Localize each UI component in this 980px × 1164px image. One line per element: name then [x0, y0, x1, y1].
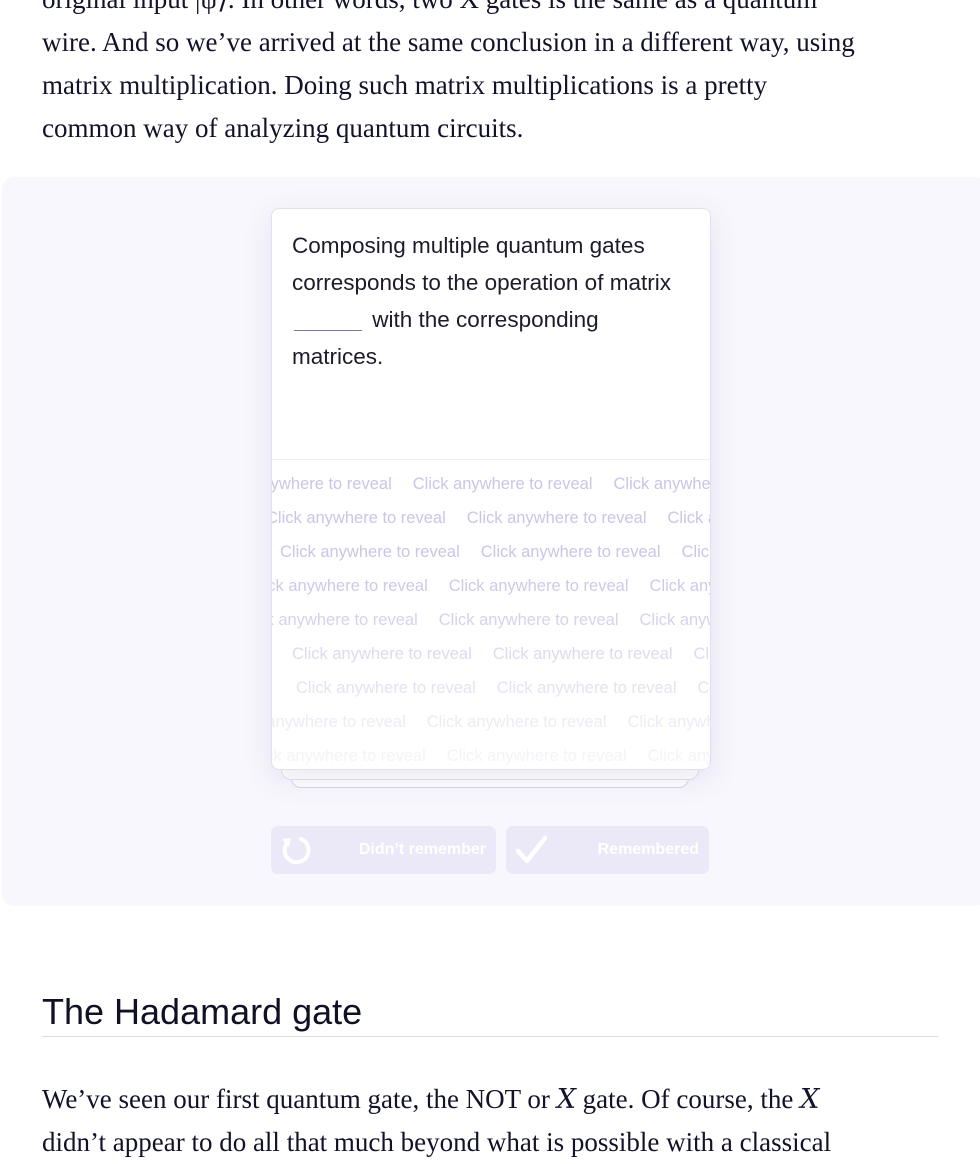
reveal-hint: Click anywhere to reveal	[272, 713, 406, 731]
reveal-hint: Click anywhere to reveal	[272, 747, 426, 765]
reveal-hint: Click anywhere to reveal	[697, 679, 711, 697]
reveal-hint: Click anywhere to reveal	[426, 713, 607, 731]
reveal-hint-row: Click anywhere to reveal Click anywhere t…	[280, 542, 710, 562]
prompt-text: Composing multiple quantum gates corresp…	[292, 233, 671, 295]
paragraph-line: matrix multiplication. Doing such matrix…	[42, 70, 768, 100]
flashcard[interactable]: Composing multiple quantum gates corresp…	[271, 208, 711, 770]
reveal-hint: Click anywhere to reveal	[292, 645, 472, 663]
reveal-hint-row: Click anywhere to reveal Click anywhere t…	[272, 576, 710, 596]
flashcard-stack: Composing multiple quantum gates corresp…	[271, 208, 711, 788]
reveal-hint: Click anywhere to reveal	[280, 543, 460, 561]
reveal-hint: Click anywhere to reveal	[639, 611, 711, 629]
didnt-remember-button[interactable]: Didn’t remember	[271, 826, 496, 874]
reveal-hint: Click anywhere to reveal	[627, 713, 711, 731]
paragraph-line: common way of analyzing quantum circuits…	[42, 113, 524, 143]
section-heading: The Hadamard gate	[42, 988, 938, 1037]
reveal-hint: Click anywhere to reveal	[466, 509, 647, 527]
paragraph-line: wire. And so we’ve arrived at the same c…	[42, 27, 855, 57]
button-label: Didn’t remember	[358, 841, 486, 858]
reveal-hint-row: Click anywhere to reveal Click anywhere t…	[272, 712, 710, 732]
reveal-hint: Click anywhere to reveal	[272, 509, 446, 527]
reveal-hint: Click anywhere to reveal	[649, 577, 711, 595]
reveal-hint: Click anywhere to reveal	[272, 611, 418, 629]
math-symbol: X	[800, 1084, 820, 1115]
button-label: Remembered	[597, 841, 699, 858]
reveal-hint: Click anywhere to reveal	[296, 679, 476, 697]
reveal-hint-row: Click anywhere to reveal Click anywhere t…	[272, 746, 710, 766]
paragraph-line: We’ve seen our first quantum gate, the N…	[42, 1078, 942, 1121]
reveal-hint: Click anywhere to reveal	[446, 747, 627, 765]
reveal-area[interactable]: Click anywhere to revealClick anywhere t…	[272, 459, 710, 769]
reveal-hint: Click anywhere to reveal	[681, 543, 711, 561]
remembered-button[interactable]: Remembered	[506, 826, 709, 874]
reveal-hint: Click anywhere to reveal	[272, 577, 428, 595]
reveal-hint-row: Click anywhere to reveal Click anywhere t…	[272, 474, 710, 494]
reveal-hint: Click anywhere to reveal	[496, 679, 677, 697]
retry-icon	[282, 837, 311, 865]
reveal-hint: Click anywhere to reveal	[613, 475, 711, 493]
checkmark-icon	[515, 835, 548, 864]
reveal-hint: Click anywhere to reveal	[667, 509, 711, 527]
reveal-hint-row: Click anywhere to reveal Click anywhere t…	[292, 644, 710, 664]
paragraph-text: gate. Of course, the	[575, 1084, 801, 1114]
reveal-hint: Click anywhere to reveal	[438, 611, 619, 629]
reveal-hint: Click anywhere to reveal	[647, 747, 711, 765]
math-symbol: X	[556, 1084, 576, 1115]
reveal-hint: Click anywhere to reveal	[448, 577, 629, 595]
reveal-hint-row: Click anywhere to reveal Click anywhere t…	[296, 678, 710, 698]
reveal-hint-row: Click anywhere to reveal Click anywhere t…	[272, 508, 710, 528]
paragraph-text: We’ve seen our first quantum gate, the N…	[42, 1084, 557, 1114]
reveal-hint: Click anywhere to reveal	[693, 645, 711, 663]
paragraph-line: original input |ψ⟩. In other words, two …	[42, 0, 942, 21]
article-paragraph: original input |ψ⟩. In other words, two …	[42, 0, 942, 150]
reveal-hint: Click anywhere to reveal	[492, 645, 673, 663]
paragraph-line: didn’t appear to do all that much beyond…	[42, 1127, 832, 1157]
reveal-hint-row: Click anywhere to reveal Click anywhere t…	[272, 610, 710, 630]
flashcard-prompt: Composing multiple quantum gates corresp…	[292, 227, 687, 375]
reveal-hint: Click anywhere to reveal	[480, 543, 661, 561]
cloze-blank	[294, 329, 362, 331]
prompt-text: with the corresponding matrices.	[292, 307, 599, 369]
reveal-hint: Click anywhere to reveal	[272, 475, 392, 493]
article-paragraph: We’ve seen our first quantum gate, the N…	[42, 1078, 942, 1164]
reveal-hint: Click anywhere to reveal	[412, 475, 593, 493]
